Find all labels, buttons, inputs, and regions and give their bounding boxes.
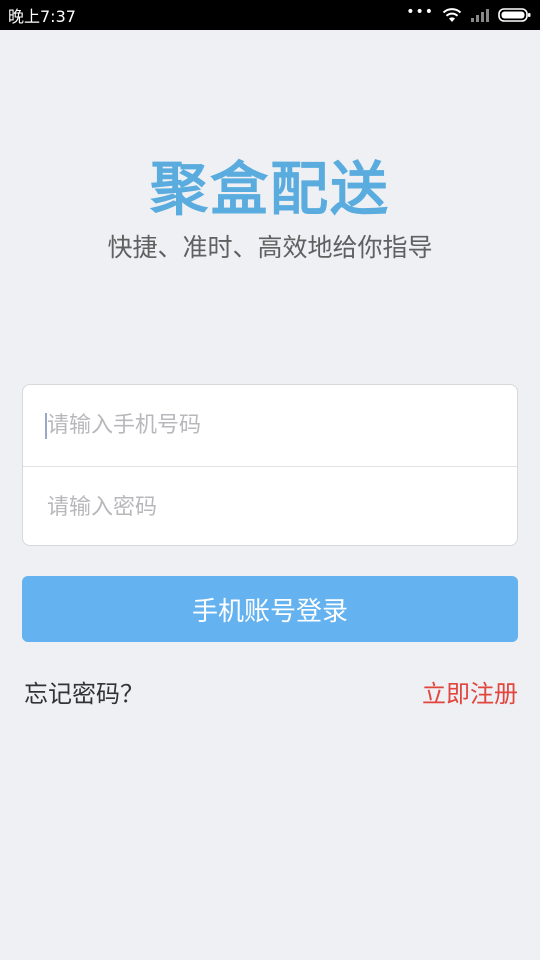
register-link[interactable]: 立即注册	[422, 674, 518, 709]
login-button[interactable]: 手机账号登录	[22, 576, 518, 642]
phone-input[interactable]	[47, 413, 487, 438]
status-bar: 晚上7:37 •••	[0, 0, 540, 30]
login-screen: 晚上7:37 ••• 聚盒配送 快捷、准时、高效地给你指导 请输入手机号码 手机…	[0, 0, 540, 960]
status-time: 晚上7:37	[8, 7, 76, 26]
app-subtitle: 快捷、准时、高效地给你指导	[107, 233, 433, 262]
wifi-icon	[442, 7, 462, 23]
phone-field-row	[23, 385, 517, 466]
password-input[interactable]	[47, 494, 487, 520]
text-caret	[45, 413, 47, 439]
forgot-password-link[interactable]: 忘记密码？	[24, 674, 144, 709]
signal-icon	[470, 7, 490, 23]
password-field-row	[23, 466, 517, 545]
app-title: 聚盒配送	[149, 155, 390, 223]
battery-icon	[498, 7, 532, 23]
notification-dots: •••	[406, 4, 434, 20]
status-icons: •••	[406, 4, 532, 23]
login-form	[22, 384, 518, 546]
